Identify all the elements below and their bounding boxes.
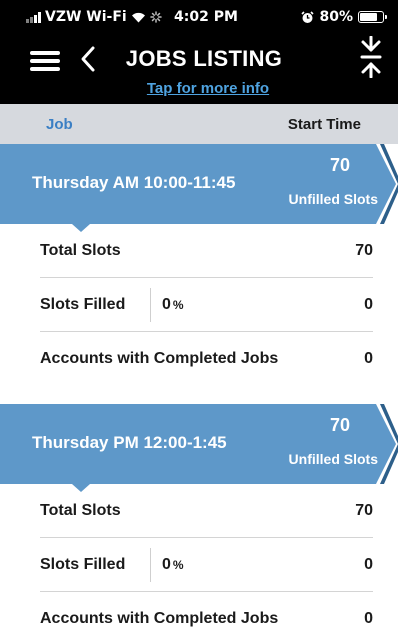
battery-indicator: 80%	[301, 9, 387, 25]
status-bar: VZW Wi-Fi 4:02 PM 80%	[0, 0, 398, 36]
chevron-right-icon	[376, 144, 398, 224]
unfilled-count: 70	[329, 155, 350, 175]
start-time-column-header[interactable]: Start Time	[288, 116, 361, 133]
job-card: Thursday PM 12:00-1:45 70 Unfilled Slots…	[0, 404, 398, 638]
slots-filled-value: 0	[364, 556, 373, 573]
slots-filled-row: Slots Filled 0% 0	[40, 278, 373, 332]
job-column-header[interactable]: Job	[46, 116, 73, 133]
unfilled-label: Unfilled Slots	[288, 191, 378, 207]
completed-jobs-value: 0	[364, 350, 373, 367]
divider	[150, 548, 151, 582]
completed-jobs-label: Accounts with Completed Jobs	[40, 610, 279, 627]
alarm-icon	[301, 10, 315, 23]
unfilled-count: 70	[329, 415, 350, 435]
completed-jobs-value: 0	[364, 610, 373, 627]
job-banner[interactable]: Thursday AM 10:00-11:45 70 Unfilled Slot…	[0, 144, 398, 232]
total-slots-label: Total Slots	[40, 242, 121, 259]
total-slots-row: Total Slots 70	[40, 224, 373, 278]
job-name: Thursday AM 10:00-11:45	[32, 173, 236, 192]
carrier-label: VZW Wi-Fi	[45, 9, 127, 25]
completed-jobs-row: Accounts with Completed Jobs 0	[40, 592, 373, 638]
signal-icon	[26, 11, 41, 23]
completed-jobs-label: Accounts with Completed Jobs	[40, 350, 279, 367]
battery-percent: 80%	[319, 9, 353, 25]
slots-filled-percent: 0%	[162, 296, 184, 313]
slots-filled-label: Slots Filled	[40, 556, 126, 573]
chevron-right-icon	[376, 404, 398, 484]
app-header: JOBS LISTING Tap for more info	[0, 36, 398, 104]
slots-filled-label: Slots Filled	[40, 296, 126, 313]
column-header-bar: Job Start Time	[0, 104, 398, 144]
slots-filled-row: Slots Filled 0% 0	[40, 538, 373, 592]
job-banner[interactable]: Thursday PM 12:00-1:45 70 Unfilled Slots	[0, 404, 398, 492]
wifi-icon	[131, 12, 145, 23]
completed-jobs-row: Accounts with Completed Jobs 0	[40, 332, 373, 386]
battery-icon	[358, 11, 387, 23]
collapse-arrows-icon[interactable]	[358, 36, 384, 78]
carrier-indicator: VZW Wi-Fi	[26, 9, 162, 25]
divider	[150, 288, 151, 322]
slots-filled-value: 0	[364, 296, 373, 313]
activity-spinner-icon	[149, 11, 162, 23]
total-slots-label: Total Slots	[40, 502, 121, 519]
total-slots-row: Total Slots 70	[40, 484, 373, 538]
unfilled-label: Unfilled Slots	[288, 451, 378, 467]
more-info-link[interactable]: Tap for more info	[0, 80, 398, 97]
slots-filled-percent: 0%	[162, 556, 184, 573]
job-card: Thursday AM 10:00-11:45 70 Unfilled Slot…	[0, 144, 398, 386]
total-slots-value: 70	[355, 242, 373, 259]
job-name: Thursday PM 12:00-1:45	[32, 433, 227, 452]
clock: 4:02 PM	[174, 9, 238, 25]
total-slots-value: 70	[355, 502, 373, 519]
page-title: JOBS LISTING	[125, 46, 283, 71]
